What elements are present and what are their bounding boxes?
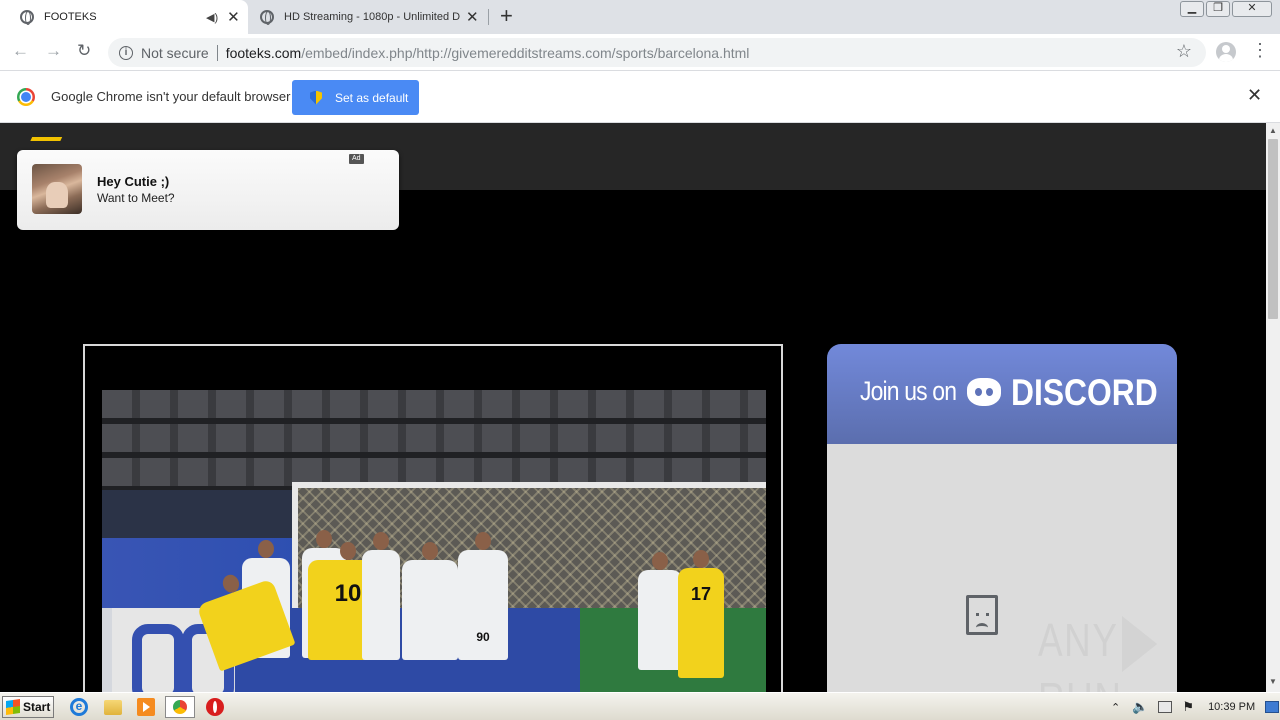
taskbar: Start e ⌃ 🔈 ⚑ 10:39 PM	[0, 692, 1280, 720]
internet-explorer-icon[interactable]: e	[70, 698, 88, 716]
close-tab-icon[interactable]: ✕	[466, 8, 479, 26]
security-label: Not secure	[141, 44, 209, 61]
vertical-scrollbar[interactable]: ▲ ▼	[1266, 123, 1280, 692]
ad-title: Hey Cutie ;)	[97, 174, 170, 189]
screen: FOOTEKS ◀) ✕ HD Streaming - 1080p - Unli…	[0, 0, 1280, 720]
minimize-button[interactable]: ▁	[1180, 1, 1204, 17]
browser-toolbar: ← → ↻ i Not secure footeks.com /embed/in…	[0, 34, 1280, 71]
player-figure	[402, 542, 458, 660]
tab-footeks[interactable]: FOOTEKS ◀) ✕	[0, 0, 248, 34]
speaker-icon[interactable]: ◀)	[206, 11, 218, 24]
tab-strip: FOOTEKS ◀) ✕ HD Streaming - 1080p - Unli…	[0, 0, 1280, 34]
start-button[interactable]: Start	[2, 696, 54, 718]
player-figure: 17	[678, 550, 724, 678]
ad-thumbnail[interactable]	[32, 164, 82, 214]
clock[interactable]: 10:39 PM	[1208, 701, 1255, 713]
discord-banner[interactable]: Join us on DISCORD	[827, 344, 1177, 444]
globe-icon	[260, 10, 274, 25]
discord-logo-icon	[967, 378, 1001, 406]
show-desktop-button[interactable]	[1265, 701, 1280, 713]
scroll-thumb[interactable]	[1268, 139, 1278, 319]
chrome-taskbar-icon[interactable]	[165, 696, 195, 718]
address-bar[interactable]: i Not secure footeks.com /embed/index.ph…	[108, 38, 1206, 67]
set-as-default-button[interactable]: Set as default	[292, 80, 419, 115]
folder-icon[interactable]	[104, 700, 122, 715]
reload-button[interactable]: ↻	[77, 41, 91, 61]
globe-icon	[20, 10, 34, 25]
shield-icon	[310, 90, 322, 105]
page-content: Ad Hey Cutie ;) Want to Meet? 2 10	[0, 123, 1266, 692]
new-tab-button[interactable]: +	[500, 3, 513, 29]
ad-popup[interactable]: Ad Hey Cutie ;) Want to Meet?	[17, 150, 399, 230]
restore-button[interactable]: ❐	[1206, 1, 1230, 17]
default-browser-infobar: Google Chrome isn't your default browser…	[0, 71, 1280, 123]
tab-hd-streaming[interactable]: HD Streaming - 1080p - Unlimited Do ✕	[250, 0, 490, 34]
sad-page-icon	[966, 595, 998, 635]
windows-logo-icon	[6, 699, 20, 715]
back-button[interactable]: ←	[12, 41, 29, 61]
close-window-button[interactable]: ✕	[1232, 1, 1272, 17]
play-icon	[1121, 615, 1157, 672]
player-figure	[362, 532, 400, 660]
url-path: /embed/index.php/http://givemeredditstre…	[301, 44, 750, 61]
tab-separator	[488, 9, 489, 25]
set-as-default-label: Set as default	[335, 90, 409, 105]
volume-icon[interactable]: 🔈	[1132, 699, 1148, 715]
watermark-left: ANY	[1038, 614, 1119, 666]
infobar-close-icon[interactable]: ✕	[1247, 85, 1262, 106]
scroll-up-arrow-icon[interactable]: ▲	[1269, 126, 1277, 135]
player-figure	[638, 552, 682, 670]
system-tray: ⌃ 🔈 ⚑ 10:39 PM	[1103, 695, 1280, 719]
stadium-seat-rows	[102, 390, 766, 490]
player-figure: 90	[458, 532, 508, 660]
tab-title: FOOTEKS	[44, 11, 97, 23]
chrome-logo-icon	[17, 88, 35, 106]
scroll-down-arrow-icon[interactable]: ▼	[1269, 677, 1277, 686]
discord-wordmark: DISCORD	[1011, 372, 1158, 413]
tab-title: HD Streaming - 1080p - Unlimited Do	[284, 11, 460, 23]
anyrun-watermark: ANY RUN	[1038, 613, 1220, 692]
kebab-menu-icon[interactable]: ⋮	[1251, 40, 1269, 61]
ad-subtitle: Want to Meet?	[97, 191, 175, 205]
url-host: footeks.com	[225, 44, 302, 61]
profile-avatar[interactable]	[1216, 42, 1236, 62]
action-center-flag-icon[interactable]: ⚑	[1182, 699, 1194, 715]
infobar-message: Google Chrome isn't your default browser	[51, 89, 291, 104]
forward-button[interactable]: →	[45, 41, 62, 61]
info-icon[interactable]: i	[119, 45, 133, 60]
network-icon[interactable]	[1158, 701, 1173, 713]
tray-expand-icon[interactable]: ⌃	[1111, 701, 1120, 714]
opera-icon[interactable]	[206, 698, 224, 716]
media-player-icon[interactable]	[137, 698, 155, 716]
discord-join-text: Join us on	[860, 376, 957, 406]
video-stream[interactable]: 2 10 90 17	[102, 390, 766, 692]
omnibox-divider	[216, 44, 218, 61]
bookmark-star-icon[interactable]: ☆	[1176, 41, 1192, 62]
ad-badge: Ad	[349, 154, 364, 164]
watermark-right: RUN	[1038, 673, 1123, 692]
close-tab-icon[interactable]: ✕	[227, 8, 240, 26]
video-player-frame[interactable]: 2 10 90 17	[83, 344, 783, 692]
window-controls: ▁ ❐ ✕	[1180, 1, 1272, 17]
start-label: Start	[23, 700, 51, 714]
